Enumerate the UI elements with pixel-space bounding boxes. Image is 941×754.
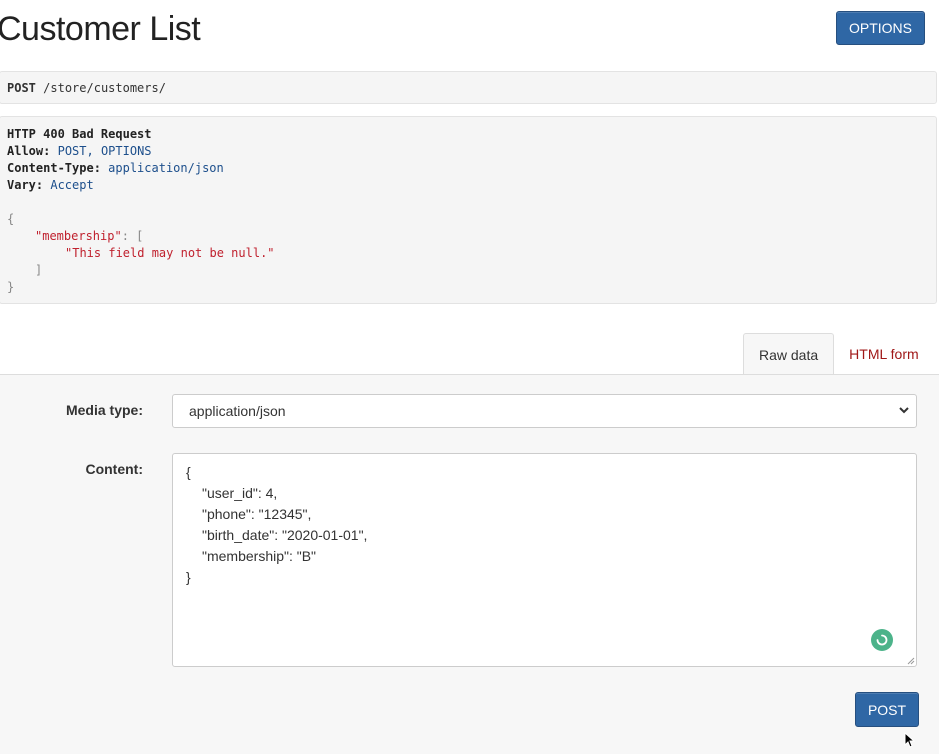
header-key: Content-Type: [7, 161, 101, 175]
json-close-brace: } [7, 280, 15, 294]
header-value: application/json [108, 161, 224, 175]
page-title: Customer List [0, 10, 201, 48]
content-line: "phone": "12345", [202, 506, 312, 522]
response-panel: HTTP 400 Bad Request Allow: POST, OPTION… [0, 116, 937, 304]
resize-handle-icon[interactable] [905, 655, 915, 665]
request-info: POST /store/customers/ [0, 71, 937, 104]
json-error-message: "This field may not be null." [65, 246, 275, 260]
response-header: Allow: POST, OPTIONS [7, 143, 929, 160]
form-tabs: Raw data HTML form [743, 333, 934, 375]
chevron-down-icon [899, 407, 909, 414]
request-method: POST [7, 81, 36, 95]
request-path: /store/customers/ [43, 81, 166, 95]
header-value: Accept [50, 178, 94, 192]
content-textarea[interactable]: { "user_id": 4, "phone": "12345", "birth… [172, 453, 917, 667]
response-header: Content-Type: application/json [7, 160, 929, 177]
loading-spinner-icon [871, 629, 893, 651]
content-line: "membership": "B" [202, 548, 317, 564]
json-close-bracket: ] [35, 263, 43, 277]
json-open-brace: { [7, 212, 15, 226]
response-status: HTTP 400 Bad Request [7, 127, 152, 141]
media-type-select[interactable]: application/json [172, 394, 917, 428]
header-key: Vary: [7, 178, 44, 192]
options-button[interactable]: OPTIONS [836, 11, 925, 45]
post-button[interactable]: POST [855, 692, 919, 727]
json-field-line: "membership": [ [7, 228, 929, 245]
content-line: "birth_date": "2020-01-01", [202, 527, 368, 543]
content-line: "user_id": 4, [202, 485, 278, 501]
media-type-value: application/json [189, 403, 286, 419]
content-line: } [186, 569, 191, 585]
response-body: { "membership": [ "This field may not be… [7, 211, 929, 296]
tab-html-form[interactable]: HTML form [834, 333, 933, 375]
tab-raw-data[interactable]: Raw data [743, 333, 835, 375]
response-header: Vary: Accept [7, 177, 929, 194]
header-key: Allow: [7, 144, 51, 158]
media-type-label: Media type: [65, 402, 143, 418]
header-value: POST, OPTIONS [57, 144, 152, 158]
json-field-key: "membership" [35, 229, 122, 243]
content-line: { [186, 464, 191, 480]
content-label: Content: [85, 461, 143, 477]
mouse-cursor-icon [904, 732, 916, 748]
json-colon-bracket: : [ [121, 229, 144, 243]
